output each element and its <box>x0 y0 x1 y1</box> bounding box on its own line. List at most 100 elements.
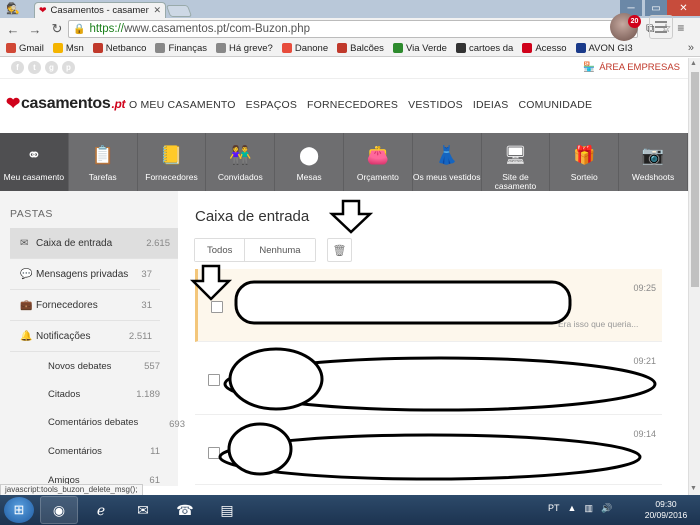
forward-arrow-icon[interactable]: → <box>28 22 42 37</box>
google-plus-icon[interactable]: g <box>45 61 58 74</box>
volume-icon[interactable]: 🔊 <box>601 503 612 514</box>
twitter-icon[interactable]: t <box>28 61 41 74</box>
subfolder-label: Novos debates <box>48 360 112 372</box>
scroll-down-icon[interactable]: ▼ <box>690 485 697 492</box>
menu-icon[interactable]: ≡ <box>677 21 684 36</box>
tool-convidados[interactable]: 👫 Convidados <box>206 133 276 191</box>
page-scrollbar[interactable] <box>688 58 700 495</box>
nav-item[interactable]: VESTIDOS <box>408 99 463 111</box>
message-checkbox[interactable] <box>208 447 220 459</box>
hamburger-menu-button[interactable] <box>649 15 673 39</box>
reload-icon[interactable]: ↻ <box>50 21 64 37</box>
tool-sorteio[interactable]: 🎁 Sorteio <box>550 133 620 191</box>
sidebar-subfolder[interactable]: Comentários 11 <box>48 437 160 465</box>
outlook-taskbar-icon[interactable]: ✉ <box>124 496 162 524</box>
message-row[interactable]: 09:25 Era isso que queria... <box>195 269 662 342</box>
bookmark-item[interactable]: Há greve? <box>216 43 273 54</box>
tray-arrow-icon[interactable]: ▲ <box>568 503 577 514</box>
bookmark-item[interactable]: AVON GI3 <box>575 43 633 54</box>
tool-os-meus-vestidos[interactable]: 👗 Os meus vestidos <box>413 133 482 191</box>
scroll-up-icon[interactable]: ▲ <box>690 60 697 67</box>
bookmark-item[interactable]: Netbanco <box>92 43 146 54</box>
close-tab-icon[interactable]: ✕ <box>153 5 161 16</box>
notebook-icon: 📒 <box>160 144 183 165</box>
subfolder-count: 557 <box>144 360 160 372</box>
bookmark-item[interactable]: Danone <box>281 42 329 54</box>
nav-item[interactable]: COMUNIDADE <box>518 99 592 111</box>
bookmark-item[interactable]: Finanças <box>155 43 207 54</box>
bookmark-label: Finanças <box>168 42 207 54</box>
message-row[interactable]: 09:14 <box>195 415 662 485</box>
tool-fornecedores[interactable]: 📒 Fornecedores <box>138 133 207 191</box>
terminal-taskbar-icon[interactable]: ▤ <box>208 496 246 524</box>
url-scheme: https:// <box>89 23 124 35</box>
annotation-arrow-icon <box>328 199 374 234</box>
rings-icon: ⚭ <box>26 144 42 165</box>
ie-taskbar-icon[interactable]: ℯ <box>82 496 120 524</box>
site-logo[interactable]: ❤ casamentos .pt <box>6 94 126 114</box>
select-all-button[interactable]: Todos <box>195 239 245 261</box>
nav-item[interactable]: FORNECEDORES <box>307 99 398 111</box>
tool-site-de-casamento[interactable]: 🖥 Site de casamento <box>482 133 551 191</box>
network-icon[interactable]: ▥ <box>584 503 593 514</box>
pinterest-icon[interactable]: p <box>62 61 75 74</box>
nav-item[interactable]: IDEIAS <box>473 99 509 111</box>
facebook-icon[interactable]: f <box>11 61 24 74</box>
scrollbar-thumb[interactable] <box>691 72 699 287</box>
language-indicator[interactable]: PT <box>548 503 560 514</box>
sidebar-folder[interactable]: 💼 Fornecedores 31 <box>10 290 160 321</box>
sidebar-subfolder[interactable]: Citados 1.189 <box>48 380 160 408</box>
bookmarks-overflow-icon[interactable]: » <box>688 42 694 54</box>
bookmark-item[interactable]: Balcões <box>337 43 384 54</box>
tool-orçamento[interactable]: 👛 Orçamento <box>344 133 413 191</box>
new-tab-button[interactable] <box>165 5 193 17</box>
bookmark-favicon-icon <box>575 43 586 53</box>
tool-meu-casamento[interactable]: ⚭ Meu casamento <box>0 133 69 191</box>
bookmark-label: Danone <box>294 42 329 54</box>
tool-tarefas[interactable]: 📋 Tarefas <box>69 133 138 191</box>
chrome-taskbar-icon[interactable]: ◉ <box>40 496 78 524</box>
delete-button[interactable]: 🗑 <box>327 238 352 262</box>
message-checkbox[interactable] <box>208 374 220 386</box>
tool-mesas[interactable]: ⬤ Mesas <box>275 133 344 191</box>
subfolder-label: Citados <box>48 388 81 400</box>
bookmark-item[interactable]: Acesso <box>522 43 567 54</box>
briefcase-icon: 💼 <box>20 299 33 311</box>
select-none-button[interactable]: Nenhuma <box>244 239 315 261</box>
sidebar-folder[interactable]: ✉ Caixa de entrada 2.615 <box>10 228 178 259</box>
maximize-window-button[interactable]: ▭ <box>645 0 667 16</box>
windows-taskbar: ⊞ ◉ ℯ ✉ ☎ ▤ PT ▲ ▥ 🔊 09:30 20/09/2016 <box>0 495 700 525</box>
sidebar-folder[interactable]: 🔔 Notificações 2.511 <box>10 321 160 352</box>
bookmark-item[interactable]: Via Verde <box>392 43 447 54</box>
back-arrow-icon[interactable]: ← <box>6 22 20 37</box>
message-checkbox[interactable] <box>211 301 223 313</box>
bookmark-favicon-icon <box>337 43 348 53</box>
message-row[interactable]: 09:21 <box>195 342 662 415</box>
selection-buttons: Todos Nenhuma <box>194 238 316 262</box>
bookmark-item[interactable]: cartoes da <box>455 43 513 54</box>
clock-time: 09:30 <box>655 499 677 509</box>
website-icon: 🖥 <box>504 144 527 165</box>
sidebar-subfolder[interactable]: Novos debates 557 <box>48 352 160 380</box>
site-header: ❤ casamentos .pt O MEU CASAMENTO ESPAÇOS F… <box>0 79 688 133</box>
browser-tab[interactable]: ❤ Casamentos - casamentos ✕ <box>34 2 166 18</box>
sidebar-folder[interactable]: 💬 Mensagens privadas 37 <box>10 259 160 290</box>
nav-item[interactable]: ESPAÇOS <box>246 99 297 111</box>
start-button[interactable]: ⊞ <box>4 497 34 523</box>
folder-label: Mensagens privadas <box>36 268 129 280</box>
clock[interactable]: 09:30 20/09/2016 <box>636 499 696 521</box>
folder-count: 31 <box>141 299 152 311</box>
bookmark-item[interactable]: Msn <box>52 43 84 54</box>
lync-taskbar-icon[interactable]: ☎ <box>166 496 204 524</box>
bookmark-item[interactable]: Gmail <box>6 43 44 54</box>
area-empresas-link[interactable]: 🏪 ÁREA EMPRESAS <box>583 62 680 73</box>
trash-icon: 🗑 <box>332 244 347 257</box>
sidebar-subfolder[interactable]: Comentários debates 693 <box>48 408 185 436</box>
store-icon: 🏪 <box>583 62 596 73</box>
tool-wedshoots[interactable]: 📷 Wedshoots <box>619 133 688 191</box>
nav-item[interactable]: O MEU CASAMENTO <box>129 99 236 111</box>
close-window-button[interactable]: ✕ <box>667 0 700 16</box>
address-bar[interactable]: 🔒 https://www.casamentos.pt/com-Buzon.ph… <box>68 20 638 38</box>
incognito-user-icon[interactable]: 🕵 <box>6 2 26 16</box>
folder-count: 37 <box>141 268 152 280</box>
